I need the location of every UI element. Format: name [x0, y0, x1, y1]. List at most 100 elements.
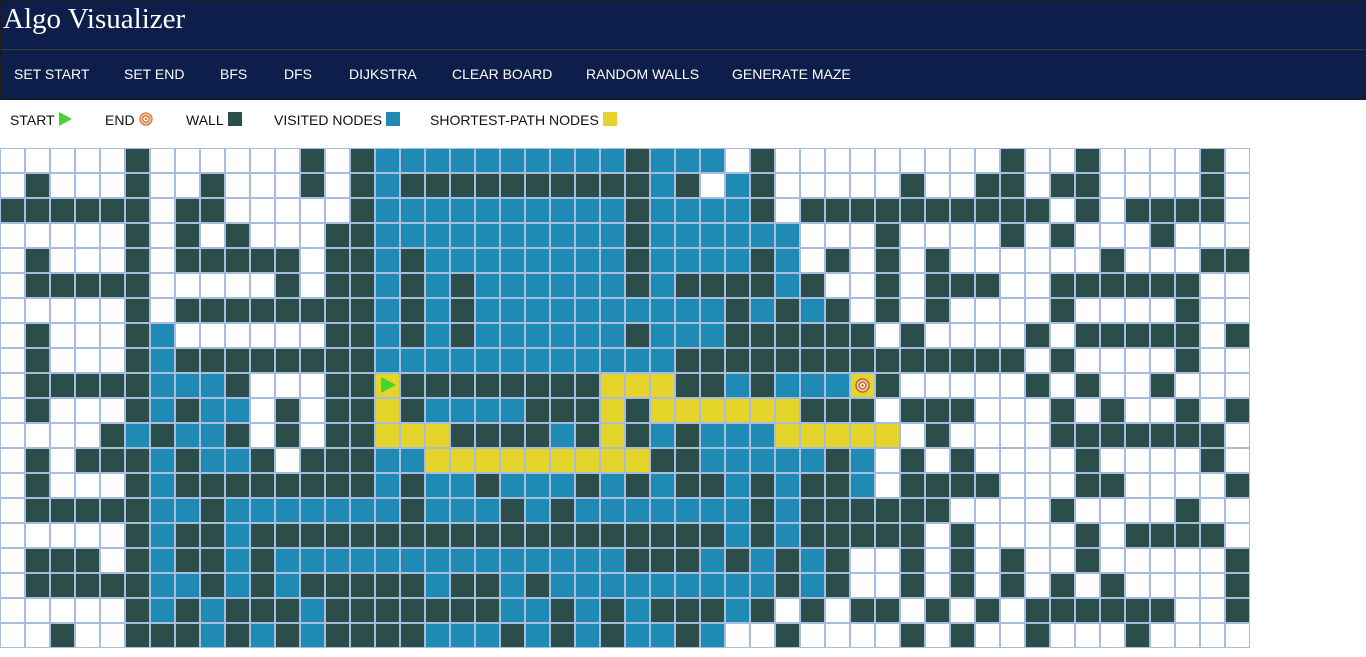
grid-cell[interactable] — [0, 248, 25, 273]
wall-cell[interactable] — [350, 398, 375, 423]
wall-cell[interactable] — [1200, 248, 1225, 273]
wall-cell[interactable] — [1050, 598, 1075, 623]
visited-cell[interactable] — [775, 273, 800, 298]
wall-cell[interactable] — [350, 248, 375, 273]
wall-cell[interactable] — [1200, 523, 1225, 548]
grid-cell[interactable] — [925, 223, 950, 248]
grid-cell[interactable] — [850, 223, 875, 248]
grid-cell[interactable] — [225, 323, 250, 348]
wall-cell[interactable] — [325, 273, 350, 298]
visited-cell[interactable] — [675, 323, 700, 348]
grid-cell[interactable] — [300, 273, 325, 298]
wall-cell[interactable] — [325, 248, 350, 273]
wall-cell[interactable] — [1075, 473, 1100, 498]
grid-cell[interactable] — [1050, 248, 1075, 273]
grid-cell[interactable] — [1225, 273, 1250, 298]
wall-cell[interactable] — [250, 548, 275, 573]
path-cell[interactable] — [375, 423, 400, 448]
wall-cell[interactable] — [125, 623, 150, 648]
grid-cell[interactable] — [200, 148, 225, 173]
wall-cell[interactable] — [325, 223, 350, 248]
wall-cell[interactable] — [675, 173, 700, 198]
wall-cell[interactable] — [350, 223, 375, 248]
visited-cell[interactable] — [375, 248, 400, 273]
grid-cell[interactable] — [1100, 523, 1125, 548]
grid-cell[interactable] — [250, 273, 275, 298]
path-cell[interactable] — [450, 448, 475, 473]
grid-cell[interactable] — [875, 323, 900, 348]
visited-cell[interactable] — [650, 223, 675, 248]
wall-cell[interactable] — [550, 398, 575, 423]
visited-cell[interactable] — [650, 323, 675, 348]
visited-cell[interactable] — [650, 298, 675, 323]
grid-cell[interactable] — [975, 498, 1000, 523]
wall-cell[interactable] — [200, 348, 225, 373]
grid-cell[interactable] — [1025, 573, 1050, 598]
grid-cell[interactable] — [75, 173, 100, 198]
grid-cell[interactable] — [975, 248, 1000, 273]
wall-cell[interactable] — [825, 523, 850, 548]
wall-cell[interactable] — [400, 498, 425, 523]
visited-cell[interactable] — [575, 148, 600, 173]
wall-cell[interactable] — [175, 348, 200, 373]
wall-cell[interactable] — [125, 473, 150, 498]
wall-cell[interactable] — [1075, 448, 1100, 473]
wall-cell[interactable] — [175, 298, 200, 323]
wall-cell[interactable] — [425, 598, 450, 623]
grid-cell[interactable] — [25, 423, 50, 448]
set-end-button[interactable]: SET END — [124, 62, 184, 86]
wall-cell[interactable] — [700, 598, 725, 623]
path-cell[interactable] — [675, 398, 700, 423]
visited-cell[interactable] — [700, 198, 725, 223]
visited-cell[interactable] — [500, 323, 525, 348]
grid-cell[interactable] — [175, 148, 200, 173]
grid-cell[interactable] — [825, 273, 850, 298]
grid-cell[interactable] — [800, 223, 825, 248]
grid-cell[interactable] — [1125, 148, 1150, 173]
wall-cell[interactable] — [200, 298, 225, 323]
wall-cell[interactable] — [400, 273, 425, 298]
grid-cell[interactable] — [1125, 298, 1150, 323]
grid-cell[interactable] — [1025, 148, 1050, 173]
grid-cell[interactable] — [825, 173, 850, 198]
wall-cell[interactable] — [800, 323, 825, 348]
visited-cell[interactable] — [375, 498, 400, 523]
path-cell[interactable] — [650, 398, 675, 423]
grid-cell[interactable] — [1125, 373, 1150, 398]
wall-cell[interactable] — [75, 448, 100, 473]
grid-cell[interactable] — [1125, 348, 1150, 373]
visited-cell[interactable] — [500, 248, 525, 273]
grid-cell[interactable] — [1175, 623, 1200, 648]
wall-cell[interactable] — [1225, 248, 1250, 273]
wall-cell[interactable] — [875, 273, 900, 298]
grid-cell[interactable] — [0, 273, 25, 298]
grid-cell[interactable] — [1125, 548, 1150, 573]
grid-cell[interactable] — [1050, 373, 1075, 398]
visited-cell[interactable] — [500, 198, 525, 223]
wall-cell[interactable] — [325, 373, 350, 398]
grid-cell[interactable] — [1000, 473, 1025, 498]
grid-cell[interactable] — [1125, 398, 1150, 423]
grid-cell[interactable] — [150, 173, 175, 198]
visited-cell[interactable] — [700, 423, 725, 448]
wall-cell[interactable] — [1125, 273, 1150, 298]
wall-cell[interactable] — [25, 498, 50, 523]
grid-cell[interactable] — [175, 323, 200, 348]
grid-cell[interactable] — [50, 223, 75, 248]
grid-cell[interactable] — [1075, 298, 1100, 323]
wall-cell[interactable] — [325, 573, 350, 598]
wall-cell[interactable] — [450, 598, 475, 623]
path-cell[interactable] — [775, 398, 800, 423]
wall-cell[interactable] — [350, 298, 375, 323]
visited-cell[interactable] — [725, 223, 750, 248]
wall-cell[interactable] — [1075, 173, 1100, 198]
grid-cell[interactable] — [275, 173, 300, 198]
visited-cell[interactable] — [675, 248, 700, 273]
wall-cell[interactable] — [400, 523, 425, 548]
visited-cell[interactable] — [550, 573, 575, 598]
wall-cell[interactable] — [325, 448, 350, 473]
grid-cell[interactable] — [50, 448, 75, 473]
visited-cell[interactable] — [450, 623, 475, 648]
grid-cell[interactable] — [1200, 398, 1225, 423]
visited-cell[interactable] — [500, 598, 525, 623]
